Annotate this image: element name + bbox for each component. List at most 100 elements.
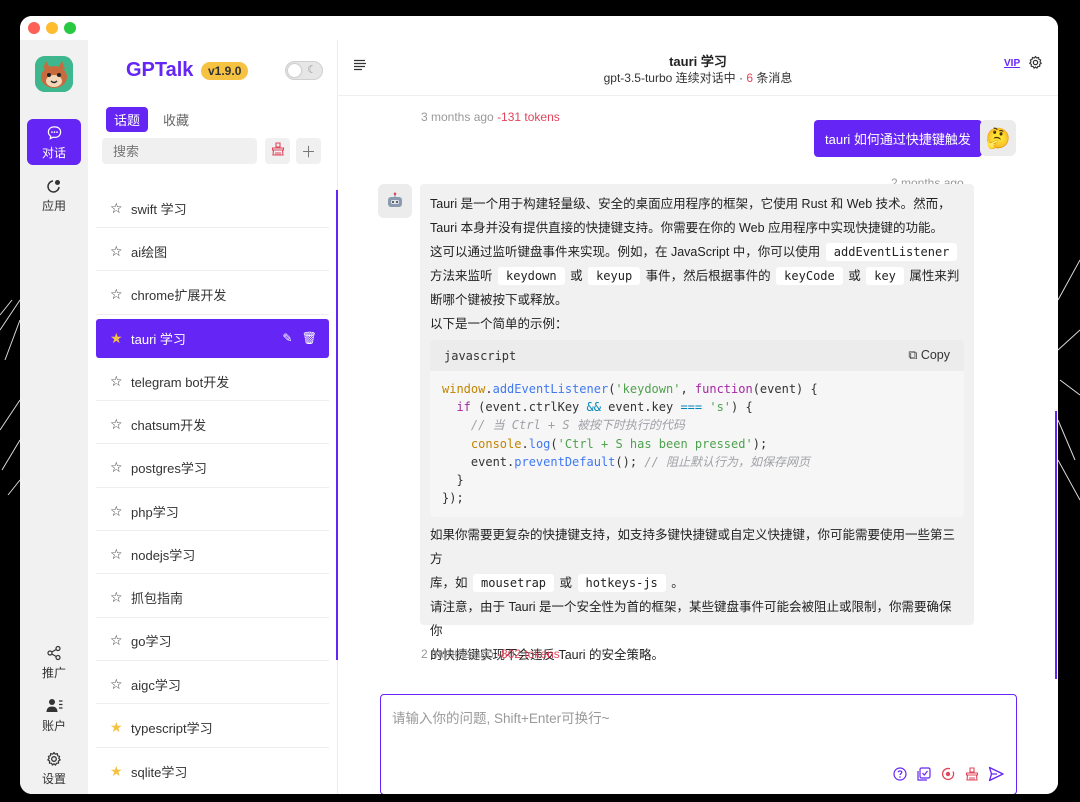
conversation-item[interactable]: ☆ php学习 [96,492,329,532]
prompt-library-icon[interactable] [916,766,932,782]
rail-item-promote[interactable]: 推广 [27,639,81,685]
gear-icon[interactable] [1028,55,1043,75]
star-outline-icon[interactable]: ☆ [110,676,126,693]
conversation-item[interactable]: ☆ telegram bot开发 [96,362,329,402]
message-count: 6 [746,71,754,85]
conversation-title: aigc学习 [131,677,181,693]
edit-icon[interactable]: ✎ [282,331,292,345]
conversation-item[interactable]: ★ typescript学习 [96,709,329,748]
message-tokens: -131 tokens [497,110,560,124]
star-outline-icon[interactable]: ☆ [110,286,126,303]
message-suffix: 条消息 [756,71,793,85]
conversation-title: swift 学习 [131,201,187,217]
user-message: tauri 如何通过快捷键触发 [814,120,982,157]
model-name: gpt-3.5-turbo [603,71,673,85]
conversation-sidebar: GPTalk v1.9.0 ☾ 话题 收藏 ＋ ☆ swift 学习 ☆ ai绘… [88,40,338,794]
send-icon[interactable] [988,766,1004,782]
rail-item-apps[interactable]: 应用 [27,172,81,218]
new-conversation-button[interactable]: ＋ [296,138,321,164]
inline-code: key [866,267,904,285]
star-outline-icon[interactable]: ☆ [110,416,126,433]
star-outline-icon[interactable]: ☆ [110,546,126,563]
conversation-item[interactable]: ☆ nodejs学习 [96,535,329,575]
record-icon[interactable] [940,766,956,782]
conversation-actions: ✎ 🗑 [282,331,317,345]
copy-code-button[interactable]: ⧉ Copy [908,348,950,363]
inline-code: keyup [588,267,641,285]
mode-text: 连续对话中 [675,71,736,85]
star-filled-icon[interactable]: ★ [110,330,126,347]
conversation-item[interactable]: ☆ postgres学习 [96,449,329,488]
conversation-item-active[interactable]: ★ tauri 学习 ✎ 🗑 [96,318,329,358]
inline-code: keyCode [776,267,843,285]
conversation-title: nodejs学习 [131,547,196,563]
inline-code: addEventListener [825,243,958,261]
rail-item-label: 对话 [41,145,66,160]
rail-item-chat[interactable]: 对话 [27,119,81,165]
message-composer [380,694,1017,794]
inline-code: mousetrap [473,574,555,593]
message-time: 2 months ago [421,647,494,661]
message-paragraph: Tauri 是一个用于构建轻量级、安全的桌面应用程序的框架，它使用 Rust 和… [430,197,951,211]
help-icon[interactable] [892,766,908,782]
message-time: 3 months ago [421,110,494,124]
conversation-title: sqlite学习 [131,764,188,780]
star-outline-icon[interactable]: ☆ [110,200,126,217]
star-outline-icon[interactable]: ☆ [110,459,126,476]
conversation-title: typescript学习 [131,721,213,737]
app-logo [35,56,73,92]
conversation-item[interactable]: ☆ aigc学习 [96,665,329,705]
inline-code: keydown [498,267,565,285]
trash-icon[interactable]: 🗑 [302,331,317,345]
tab-topics[interactable]: 话题 [106,107,149,132]
message-tokens: -802 tokens [497,647,560,661]
conversation-item[interactable]: ☆ go学习 [96,622,329,661]
chat-bubble-icon [47,124,62,142]
clear-conversations-button[interactable] [265,138,290,164]
conversation-item[interactable]: ☆ chatsum开发 [96,405,329,445]
maximize-window-button[interactable] [64,22,76,34]
star-filled-icon[interactable]: ★ [110,763,126,780]
apps-icon [46,177,62,195]
dark-mode-toggle[interactable]: ☾ [285,61,323,80]
star-outline-icon[interactable]: ☆ [110,243,126,260]
chat-main: tauri 学习 gpt-3.5-turbo 连续对话中 · 6 条消息 VIP… [338,40,1058,794]
code-block-header: javascript ⧉ Copy [430,340,964,371]
minimize-window-button[interactable] [46,22,58,34]
title-bar [20,16,1058,40]
star-outline-icon[interactable]: ☆ [110,632,126,649]
message-list: 3 months ago -131 tokens tauri 如何通过快捷键触发… [338,96,1058,680]
conversation-title: 抓包指南 [131,591,184,607]
conversation-item[interactable]: ★ sqlite学习 [96,752,329,791]
chat-header: tauri 学习 gpt-3.5-turbo 连续对话中 · 6 条消息 VIP [338,40,1058,96]
conversation-item[interactable]: ☆ ai绘图 [96,232,329,272]
conversation-item[interactable]: ☆ 抓包指南 [96,579,329,618]
conversation-list: ☆ swift 学习 ☆ ai绘图 ☆ chrome扩展开发 ★ tauri 学… [96,189,329,794]
tab-favorites[interactable]: 收藏 [155,107,197,132]
conversation-title: php学习 [131,504,179,520]
message-paragraph: 方法来监听 keydown 或 keyup 事件，然后根据事件的 keyCode… [430,267,960,285]
moon-icon: ☾ [307,64,317,76]
rail-item-label: 账户 [41,718,66,733]
star-outline-icon[interactable]: ☆ [110,589,126,606]
rail-item-account[interactable]: 账户 [27,692,81,738]
close-window-button[interactable] [28,22,40,34]
code-block: javascript ⧉ Copy window.addEventListene… [430,340,964,518]
star-filled-icon[interactable]: ★ [110,719,126,736]
clear-chat-icon[interactable] [964,766,980,782]
message-paragraph: 如果你需要更复杂的快捷键支持，如支持多键快捷键或自定义快捷键，你可能需要使用一些… [430,528,956,567]
star-outline-icon[interactable]: ☆ [110,373,126,390]
chat-scrollbar[interactable] [1055,411,1057,679]
message-paragraph: 断哪个键被按下或释放。 [430,293,568,307]
star-outline-icon[interactable]: ☆ [110,503,126,520]
rail-item-settings[interactable]: 设置 [27,745,81,791]
conversation-item[interactable]: ☆ swift 学习 [96,189,329,228]
search-input[interactable] [102,138,257,164]
conversation-item[interactable]: ☆ chrome扩展开发 [96,276,329,315]
message-paragraph: 以下是一个简单的示例： [430,317,568,331]
message-meta: 2 months ago -802 tokens [421,647,560,661]
brand-name: GPTalk [126,59,194,81]
conversation-title: postgres学习 [131,461,207,477]
vip-icon[interactable]: VIP [1004,58,1020,69]
chat-subtitle: gpt-3.5-turbo 连续对话中 · 6 条消息 [338,69,1058,86]
